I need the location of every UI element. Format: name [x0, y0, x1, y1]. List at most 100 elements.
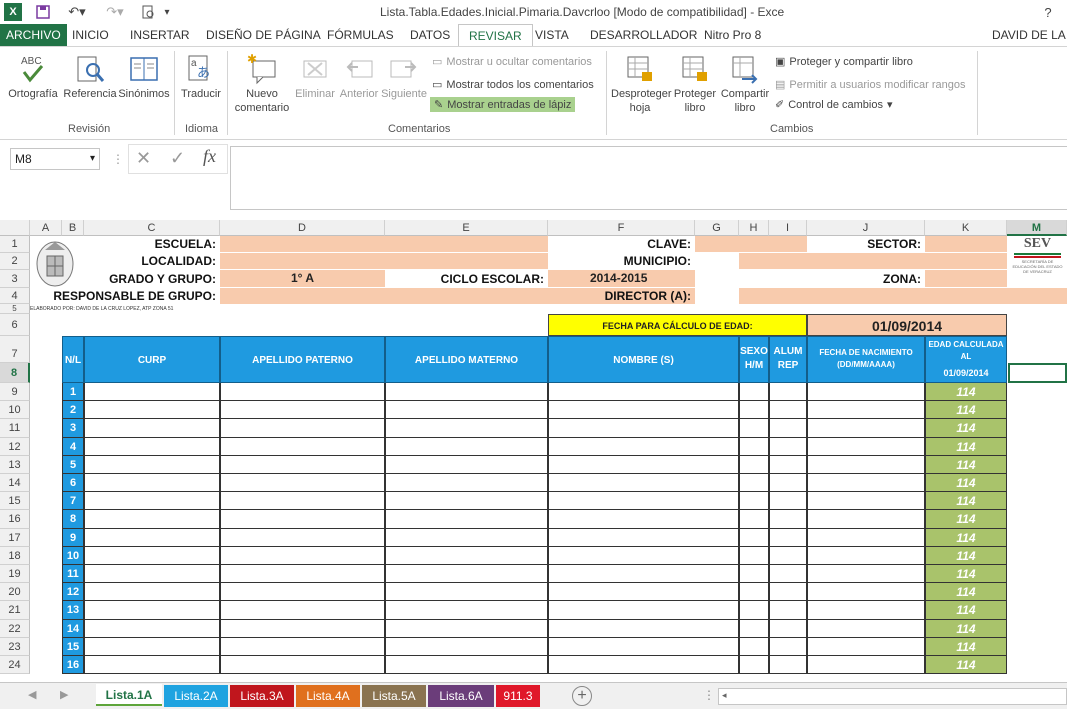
- table-cell[interactable]: [84, 492, 220, 511]
- tab-diseno[interactable]: DISEÑO DE PÁGINA: [206, 24, 321, 46]
- table-cell[interactable]: [385, 656, 548, 675]
- col-header-c[interactable]: C: [84, 220, 220, 236]
- zona-field[interactable]: [925, 270, 1007, 287]
- table-cell[interactable]: [548, 401, 739, 420]
- sinonimos-button[interactable]: Sinónimos: [116, 53, 172, 101]
- table-cell[interactable]: [769, 656, 807, 675]
- tab-revisar[interactable]: REVISAR: [458, 24, 533, 46]
- insert-function-button[interactable]: fx: [203, 146, 216, 167]
- row-number-cell[interactable]: 13: [62, 601, 84, 620]
- table-cell[interactable]: [548, 437, 739, 456]
- fecha-calculo-field[interactable]: 01/09/2014: [807, 314, 1007, 336]
- table-cell[interactable]: [220, 419, 385, 438]
- table-cell[interactable]: [385, 383, 548, 402]
- table-cell[interactable]: [807, 437, 925, 456]
- sheet-tab[interactable]: Lista.2A: [164, 685, 228, 707]
- row-header[interactable]: 21: [0, 601, 30, 620]
- table-cell[interactable]: [220, 601, 385, 620]
- table-cell[interactable]: [769, 419, 807, 438]
- table-cell[interactable]: [220, 546, 385, 565]
- table-cell[interactable]: [739, 401, 769, 420]
- row-header[interactable]: 16: [0, 510, 30, 529]
- row-header[interactable]: 2: [0, 253, 30, 270]
- edad-cell[interactable]: 114: [925, 401, 1007, 420]
- table-cell[interactable]: [385, 637, 548, 656]
- selected-cell-m8[interactable]: [1008, 363, 1067, 383]
- table-cell[interactable]: [84, 546, 220, 565]
- table-cell[interactable]: [739, 637, 769, 656]
- table-cell[interactable]: [769, 401, 807, 420]
- sheet-tab[interactable]: Lista.6A: [428, 685, 494, 707]
- table-cell[interactable]: [84, 455, 220, 474]
- row-number-cell[interactable]: 2: [62, 401, 84, 420]
- table-cell[interactable]: [385, 455, 548, 474]
- tab-vista[interactable]: VISTA: [535, 24, 569, 46]
- row-header[interactable]: 23: [0, 637, 30, 656]
- table-cell[interactable]: [769, 546, 807, 565]
- chevron-down-icon[interactable]: ▾: [90, 149, 95, 169]
- row-header[interactable]: 4: [0, 288, 30, 304]
- table-cell[interactable]: [84, 656, 220, 675]
- table-cell[interactable]: [548, 637, 739, 656]
- table-cell[interactable]: [769, 528, 807, 547]
- edad-cell[interactable]: 114: [925, 601, 1007, 620]
- table-cell[interactable]: [220, 619, 385, 638]
- table-cell[interactable]: [807, 656, 925, 675]
- table-cell[interactable]: [84, 583, 220, 602]
- ciclo-field[interactable]: 2014-2015: [548, 270, 695, 287]
- row-header[interactable]: 13: [0, 455, 30, 474]
- clave-field[interactable]: [695, 236, 807, 252]
- edad-cell[interactable]: 114: [925, 565, 1007, 584]
- row-header[interactable]: 11: [0, 419, 30, 438]
- edad-cell[interactable]: 114: [925, 383, 1007, 402]
- table-cell[interactable]: [385, 583, 548, 602]
- sheet-tab[interactable]: 911.3: [496, 685, 540, 707]
- table-cell[interactable]: [739, 583, 769, 602]
- name-box[interactable]: M8 ▾: [10, 148, 100, 170]
- table-cell[interactable]: [739, 601, 769, 620]
- table-cell[interactable]: [807, 492, 925, 511]
- table-cell[interactable]: [739, 546, 769, 565]
- row-number-cell[interactable]: 3: [62, 419, 84, 438]
- table-cell[interactable]: [739, 383, 769, 402]
- table-cell[interactable]: [385, 401, 548, 420]
- table-cell[interactable]: [769, 510, 807, 529]
- nuevo-comentario-button[interactable]: ✱ Nuevo comentario: [232, 53, 292, 115]
- table-cell[interactable]: [385, 510, 548, 529]
- row-header[interactable]: 15: [0, 492, 30, 511]
- table-cell[interactable]: [807, 637, 925, 656]
- row-number-cell[interactable]: 6: [62, 474, 84, 493]
- table-cell[interactable]: [220, 656, 385, 675]
- table-cell[interactable]: [739, 455, 769, 474]
- sheet-tab[interactable]: Lista.5A: [362, 685, 426, 707]
- table-cell[interactable]: [548, 601, 739, 620]
- table-cell[interactable]: [84, 565, 220, 584]
- table-cell[interactable]: [84, 637, 220, 656]
- col-header-i[interactable]: I: [769, 220, 807, 236]
- table-cell[interactable]: [548, 619, 739, 638]
- row-number-cell[interactable]: 15: [62, 637, 84, 656]
- table-cell[interactable]: [84, 619, 220, 638]
- table-cell[interactable]: [84, 419, 220, 438]
- table-cell[interactable]: [807, 583, 925, 602]
- table-cell[interactable]: [548, 455, 739, 474]
- edad-cell[interactable]: 114: [925, 437, 1007, 456]
- row-header[interactable]: 12: [0, 437, 30, 456]
- table-cell[interactable]: [807, 601, 925, 620]
- save-icon[interactable]: [34, 3, 52, 21]
- row-number-cell[interactable]: 7: [62, 492, 84, 511]
- table-cell[interactable]: [220, 455, 385, 474]
- row-number-cell[interactable]: 12: [62, 583, 84, 602]
- row-header[interactable]: 8: [0, 363, 30, 383]
- table-cell[interactable]: [807, 546, 925, 565]
- table-cell[interactable]: [807, 455, 925, 474]
- row-number-cell[interactable]: 1: [62, 383, 84, 402]
- row-header[interactable]: 14: [0, 474, 30, 493]
- table-cell[interactable]: [385, 474, 548, 493]
- edad-cell[interactable]: 114: [925, 637, 1007, 656]
- select-all-corner[interactable]: [0, 220, 30, 236]
- municipio-field[interactable]: [739, 253, 1007, 269]
- table-cell[interactable]: [769, 565, 807, 584]
- escuela-field[interactable]: [220, 236, 548, 252]
- edad-cell[interactable]: 114: [925, 510, 1007, 529]
